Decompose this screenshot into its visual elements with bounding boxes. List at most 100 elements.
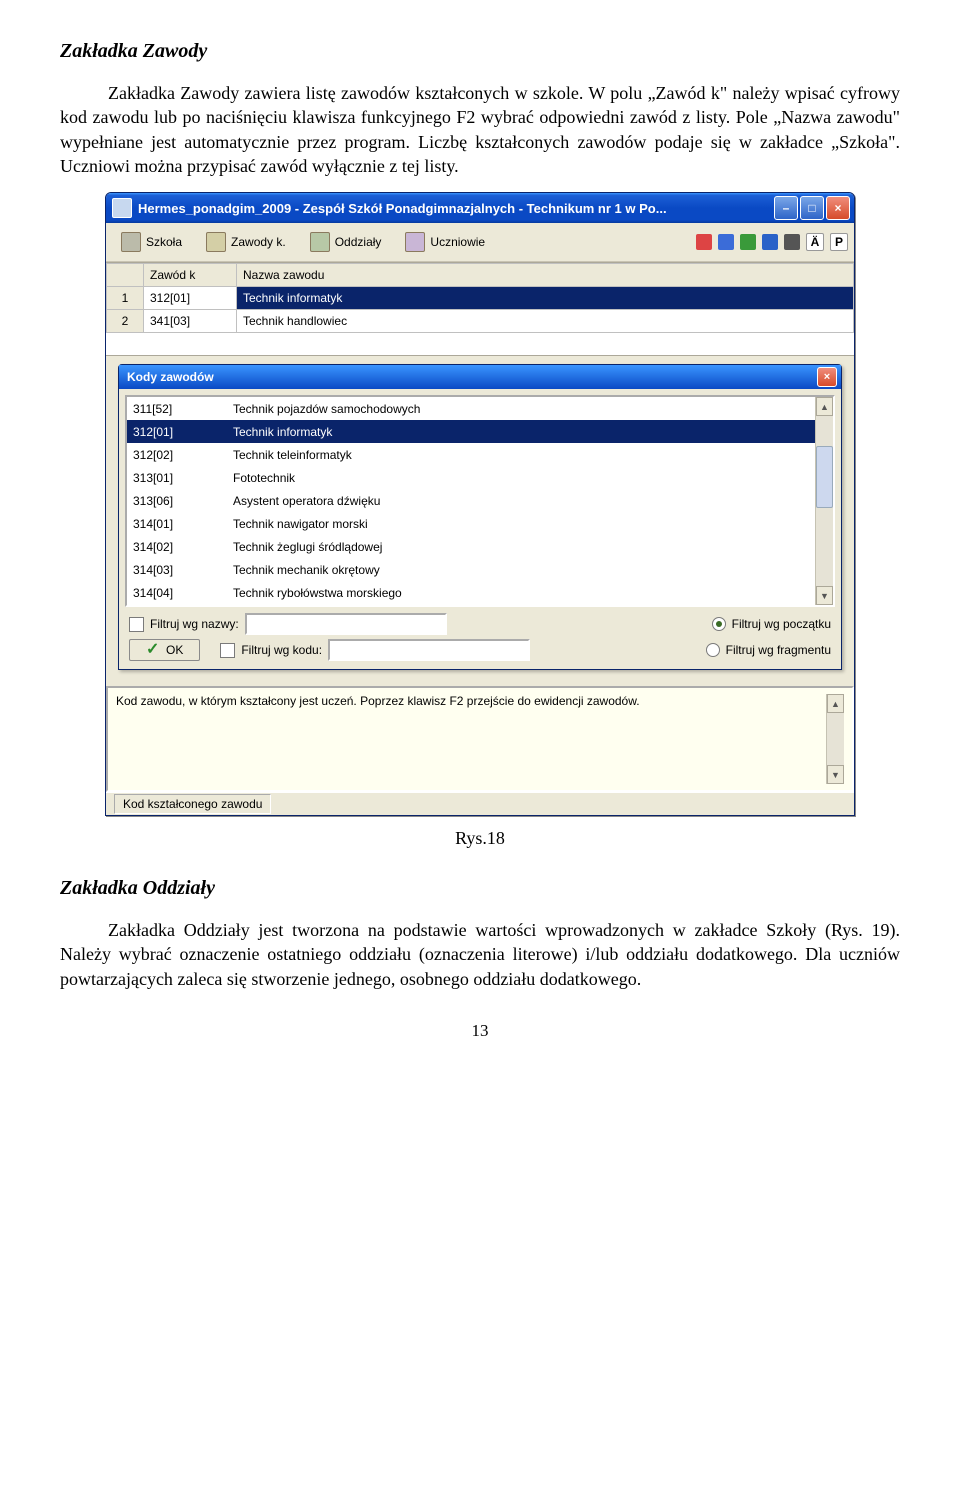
checkmark-icon: ✓	[146, 643, 160, 657]
list-item-name: Fototechnik	[233, 471, 809, 485]
list-item[interactable]: 313[06]Asystent operatora dźwięku	[127, 489, 815, 512]
grid-cell-code[interactable]: 312[01]	[144, 287, 237, 310]
list-item[interactable]: 314[02]Technik żeglugi śródlądowej	[127, 535, 815, 558]
close-button[interactable]: ×	[826, 196, 850, 220]
table-row[interactable]: 2 341[03] Technik handlowiec	[107, 310, 854, 333]
app-icon	[112, 198, 132, 218]
kody-zawodow-dialog: Kody zawodów × 311[52]Technik pojazdów s…	[118, 364, 842, 670]
figure-caption: Rys.18	[60, 828, 900, 849]
list-item[interactable]: 314[01]Technik nawigator morski	[127, 512, 815, 535]
list-item[interactable]: 312[01]Technik informatyk	[127, 420, 815, 443]
grid-header-name[interactable]: Nazwa zawodu	[237, 264, 854, 287]
list-item-code: 314[03]	[133, 563, 233, 577]
toolbar-label: Uczniowie	[430, 235, 485, 249]
save-icon[interactable]	[762, 234, 778, 250]
grid-cell-name[interactable]: Technik informatyk	[237, 287, 854, 310]
minimize-button[interactable]: –	[774, 196, 798, 220]
toolbar-action-1-icon[interactable]	[696, 234, 712, 250]
list-item-code: 314[02]	[133, 540, 233, 554]
page-number: 13	[60, 1021, 900, 1041]
section-para-zawody: Zakładka Zawody zawiera listę zawodów ks…	[60, 81, 900, 178]
section-para-oddzialy: Zakładka Oddziały jest tworzona na podst…	[60, 918, 900, 991]
zawody-listbox[interactable]: 311[52]Technik pojazdów samochodowych312…	[125, 395, 835, 607]
filter-by-code-input[interactable]	[328, 639, 530, 661]
grid-cell-code[interactable]: 341[03]	[144, 310, 237, 333]
main-toolbar: Szkoła Zawody k. Oddziały Uczniowie Ä P	[106, 223, 854, 262]
zawody-grid[interactable]: Zawód k Nazwa zawodu 1 312[01] Technik i…	[106, 262, 854, 356]
list-item-code: 314[04]	[133, 586, 233, 600]
toolbar-label: Szkoła	[146, 235, 182, 249]
filter-by-name-input[interactable]	[245, 613, 447, 635]
filter-by-start-label: Filtruj wg początku	[732, 617, 831, 631]
ok-button[interactable]: ✓ OK	[129, 639, 200, 661]
scroll-up-icon[interactable]: ▲	[827, 694, 844, 713]
screenshot-figure: Hermes_ponadgim_2009 - Zespół Szkół Pona…	[105, 192, 855, 816]
toolbar-label: Oddziały	[335, 235, 382, 249]
filter-by-fragment-radio[interactable]	[706, 643, 720, 657]
toolbar-label: Zawody k.	[231, 235, 286, 249]
list-item[interactable]: 313[01]Fototechnik	[127, 466, 815, 489]
toolbar-tab-uczniowie[interactable]: Uczniowie	[396, 228, 494, 256]
hint-text: Kod zawodu, w którym kształcony jest ucz…	[116, 694, 826, 784]
list-item-name: Technik nawigator morski	[233, 517, 809, 531]
scroll-down-icon[interactable]: ▼	[816, 586, 833, 605]
grid-corner	[107, 264, 144, 287]
table-row[interactable]: 1 312[01] Technik informatyk	[107, 287, 854, 310]
grid-cell-name[interactable]: Technik handlowiec	[237, 310, 854, 333]
list-item[interactable]: 314[04]Technik rybołówstwa morskiego	[127, 581, 815, 604]
toolbar-letter-a[interactable]: Ä	[806, 233, 824, 251]
filter-by-start-radio[interactable]	[712, 617, 726, 631]
toolbar-tab-szkola[interactable]: Szkoła	[112, 228, 191, 256]
list-item[interactable]: 312[02]Technik teleinformatyk	[127, 443, 815, 466]
person-icon	[405, 232, 425, 252]
filter-by-name-checkbox[interactable]	[129, 617, 144, 632]
scroll-thumb[interactable]	[816, 446, 833, 508]
status-bar: Kod kształconego zawodu	[106, 792, 854, 815]
toolbar-tab-oddzialy[interactable]: Oddziały	[301, 228, 391, 256]
find-icon[interactable]	[784, 234, 800, 250]
grid-header-code[interactable]: Zawód k	[144, 264, 237, 287]
list-item-name: Technik rybołówstwa morskiego	[233, 586, 809, 600]
dialog-titlebar: Kody zawodów ×	[119, 365, 841, 389]
maximize-button[interactable]: □	[800, 196, 824, 220]
filter-by-name-label: Filtruj wg nazwy:	[150, 617, 239, 631]
ok-button-label: OK	[166, 643, 183, 657]
status-text: Kod kształconego zawodu	[114, 794, 271, 814]
window-titlebar: Hermes_ponadgim_2009 - Zespół Szkół Pona…	[106, 193, 854, 223]
scroll-up-icon[interactable]: ▲	[816, 397, 833, 416]
group-icon	[310, 232, 330, 252]
list-item-name: Technik mechanik okrętowy	[233, 563, 809, 577]
toolbar-tab-zawody[interactable]: Zawody k.	[197, 228, 295, 256]
grid-row-number: 2	[107, 310, 144, 333]
list-item-name: Technik informatyk	[233, 425, 809, 439]
dialog-close-button[interactable]: ×	[817, 367, 837, 387]
list-scrollbar[interactable]: ▲ ▼	[815, 397, 833, 605]
app-window: Hermes_ponadgim_2009 - Zespół Szkół Pona…	[105, 192, 855, 816]
filter-by-code-checkbox[interactable]	[220, 643, 235, 658]
list-item-name: Asystent operatora dźwięku	[233, 494, 809, 508]
list-item-code: 312[02]	[133, 448, 233, 462]
list-item[interactable]: 311[52]Technik pojazdów samochodowych	[127, 397, 815, 420]
list-item-code: 312[01]	[133, 425, 233, 439]
toolbar-action-2-icon[interactable]	[718, 234, 734, 250]
scroll-down-icon[interactable]: ▼	[827, 765, 844, 784]
filter-by-code-label: Filtruj wg kodu:	[241, 643, 322, 657]
list-item-name: Technik teleinformatyk	[233, 448, 809, 462]
dialog-title: Kody zawodów	[127, 370, 817, 384]
list-item-code: 313[06]	[133, 494, 233, 508]
hint-scrollbar[interactable]: ▲ ▼	[826, 694, 844, 784]
section-heading-zawody: Zakładka Zawody	[60, 40, 900, 63]
list-item-name: Technik pojazdów samochodowych	[233, 402, 809, 416]
toolbar-letter-p[interactable]: P	[830, 233, 848, 251]
hint-box: Kod zawodu, w którym kształcony jest ucz…	[106, 686, 854, 792]
list-item-name: Technik żeglugi śródlądowej	[233, 540, 809, 554]
list-item-code: 313[01]	[133, 471, 233, 485]
list-item[interactable]: 314[03]Technik mechanik okrętowy	[127, 558, 815, 581]
section-heading-oddzialy: Zakładka Oddziały	[60, 877, 900, 900]
filter-by-fragment-label: Filtruj wg fragmentu	[726, 643, 831, 657]
book-icon	[206, 232, 226, 252]
window-title: Hermes_ponadgim_2009 - Zespół Szkół Pona…	[138, 201, 774, 216]
list-item-code: 311[52]	[133, 402, 233, 416]
toolbar-action-3-icon[interactable]	[740, 234, 756, 250]
list-item-code: 314[01]	[133, 517, 233, 531]
